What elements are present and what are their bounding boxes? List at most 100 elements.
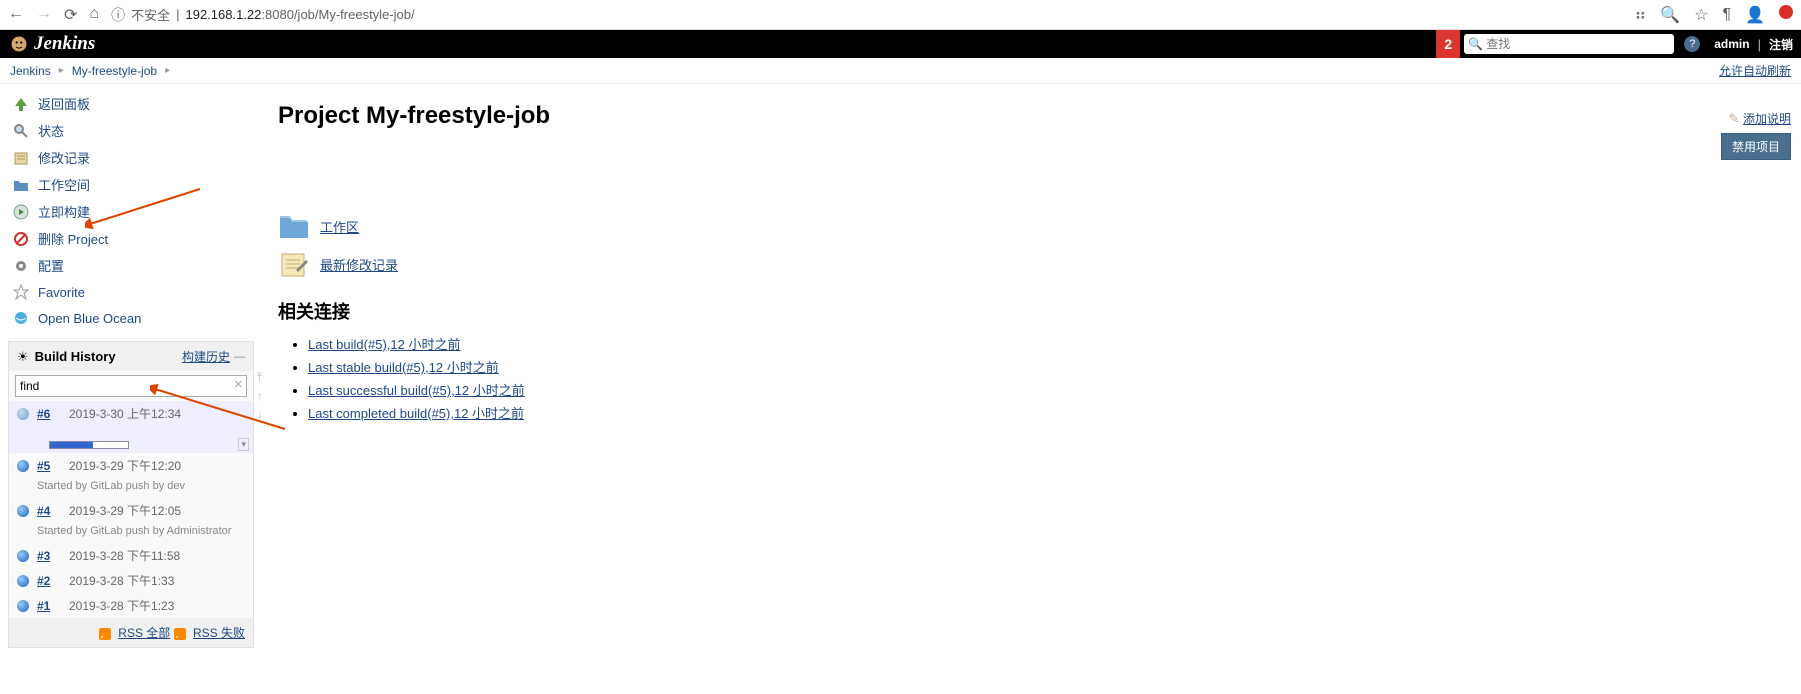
pilcrow-icon[interactable]: ¶ — [1722, 6, 1731, 24]
edit-icon: ✎ — [1728, 111, 1739, 126]
permalink-last-successful[interactable]: Last successful build(#5),12 小时之前 — [308, 383, 525, 398]
workspace-link-row: 工作区 — [278, 210, 1791, 242]
permalink-last-stable[interactable]: Last stable build(#5),12 小时之前 — [308, 360, 499, 375]
clock-play-icon — [12, 203, 30, 221]
go-top-icon[interactable]: ⤒ — [257, 370, 263, 385]
add-description-link[interactable]: 添加说明 — [1743, 112, 1791, 126]
build-filter-input[interactable] — [15, 375, 247, 397]
close-icon[interactable] — [1779, 5, 1793, 24]
build-date: 2019-3-30 上午12:34 — [69, 405, 181, 422]
sidebar-item-workspace[interactable]: 工作空间 — [8, 171, 260, 198]
build-date: 2019-3-29 下午12:20 — [69, 457, 181, 474]
up-arrow-icon — [12, 95, 30, 113]
build-status-orb-running-icon — [17, 408, 29, 420]
sidebar-item-build-now[interactable]: 立即构建 — [8, 198, 260, 225]
sun-icon: ☀ — [17, 349, 29, 365]
build-history-footer: RSS 全部 RSS 失败 — [9, 618, 253, 647]
notepad-icon — [12, 149, 30, 167]
build-history-widget: ☀ Build History 构建历史 — ✕ ⤒ ↑ ↓ #6 2019-3… — [8, 341, 254, 648]
build-number-link[interactable]: #4 — [37, 504, 61, 518]
sidebar-item-blue-ocean[interactable]: Open Blue Ocean — [8, 305, 260, 331]
jenkins-logo[interactable]: Jenkins — [10, 33, 95, 55]
go-down-icon[interactable]: ↓ — [257, 407, 263, 421]
translate-icon[interactable]: ⠶ — [1635, 5, 1647, 25]
build-status-orb-success-icon — [17, 575, 29, 587]
build-row[interactable]: #4 2019-3-29 下午12:05 — [9, 498, 253, 523]
breadcrumb-root[interactable]: Jenkins — [10, 64, 51, 78]
main-content: Project My-freestyle-job ✎ 添加说明 禁用项目 工作区… — [260, 84, 1801, 648]
build-date: 2019-3-28 下午1:33 — [69, 572, 174, 589]
star-icon[interactable]: ☆ — [1694, 5, 1708, 25]
help-icon[interactable]: ? — [1684, 36, 1700, 52]
permalinks-title: 相关连接 — [278, 298, 1791, 324]
build-row[interactable]: #3 2019-3-28 下午11:58 — [9, 543, 253, 568]
logout-link[interactable]: 注销 — [1761, 36, 1801, 53]
build-number-link[interactable]: #5 — [37, 459, 61, 473]
blue-ocean-icon — [12, 309, 30, 327]
browser-forward-icon[interactable]: → — [36, 5, 52, 25]
build-nav-arrows: ⤒ ↑ ↓ — [257, 370, 263, 421]
sidebar-item-favorite[interactable]: Favorite — [8, 279, 260, 305]
sidebar-item-back[interactable]: 返回面板 — [8, 90, 260, 117]
build-number-link[interactable]: #6 — [37, 407, 61, 421]
build-row[interactable]: #6 2019-3-30 上午12:34 ▾ — [9, 401, 253, 453]
profile-icon[interactable]: 👤 — [1745, 5, 1765, 25]
notepad-large-icon — [278, 248, 310, 280]
breadcrumb-job[interactable]: My-freestyle-job — [72, 64, 157, 78]
insecure-label: 不安全 — [131, 5, 170, 24]
workspace-link[interactable]: 工作区 — [320, 217, 359, 236]
sidebar-item-status[interactable]: 状态 — [8, 117, 260, 144]
build-date: 2019-3-28 下午11:58 — [69, 547, 180, 564]
build-status-orb-success-icon — [17, 550, 29, 562]
build-number-link[interactable]: #3 — [37, 549, 61, 563]
address-bar[interactable]: ⓘ 不安全 | 192.168.1.22:8080/job/My-freesty… — [111, 5, 1622, 25]
rss-icon — [174, 628, 186, 640]
search-box[interactable]: 🔍 — [1464, 34, 1674, 54]
site-info-icon[interactable]: ⓘ — [111, 5, 125, 25]
rss-fail-link[interactable]: RSS 失败 — [193, 626, 245, 640]
folder-large-icon — [278, 210, 310, 242]
rss-all-link[interactable]: RSS 全部 — [118, 626, 170, 640]
browser-back-icon[interactable]: ← — [8, 5, 24, 25]
sidebar-item-configure[interactable]: 配置 — [8, 252, 260, 279]
permalink-last-completed[interactable]: Last completed build(#5),12 小时之前 — [308, 406, 524, 421]
magnifier-icon — [12, 122, 30, 140]
build-number-link[interactable]: #1 — [37, 599, 61, 613]
build-progress-bar[interactable] — [49, 441, 129, 449]
notification-badge[interactable]: 2 — [1436, 30, 1460, 58]
build-status-orb-success-icon — [17, 460, 29, 472]
build-row[interactable]: #5 2019-3-29 下午12:20 — [9, 453, 253, 478]
build-date: 2019-3-29 下午12:05 — [69, 502, 181, 519]
sidebar-item-delete[interactable]: 删除 Project — [8, 225, 260, 252]
browser-home-icon[interactable]: ⌂ — [89, 5, 99, 25]
auto-refresh-link[interactable]: 允许自动刷新 — [1719, 64, 1791, 78]
permalinks-list: Last build(#5),12 小时之前 Last stable build… — [308, 332, 1791, 424]
build-cause: Started by GitLab push by dev — [9, 478, 253, 498]
disable-project-button[interactable]: 禁用项目 — [1721, 133, 1791, 160]
no-entry-icon — [12, 230, 30, 248]
search-input[interactable] — [1486, 37, 1670, 51]
chevron-down-icon[interactable]: ▾ — [238, 438, 249, 451]
zoom-icon[interactable]: 🔍 — [1660, 5, 1680, 25]
jenkins-header: Jenkins 2 🔍 ? admin | 注销 — [0, 30, 1801, 58]
build-row[interactable]: #2 2019-3-28 下午1:33 — [9, 568, 253, 593]
gear-icon — [12, 257, 30, 275]
build-row[interactable]: #1 2019-3-28 下午1:23 — [9, 593, 253, 618]
changes-link[interactable]: 最新修改记录 — [320, 255, 398, 274]
clear-filter-icon[interactable]: ✕ — [234, 378, 243, 391]
sidebar: 返回面板 状态 修改记录 工作空间 立即构建 删除 Project 配置 Fa — [0, 84, 260, 648]
build-cause: Started by GitLab push by Administrator — [9, 523, 253, 543]
build-status-orb-success-icon — [17, 505, 29, 517]
jenkins-head-icon — [10, 35, 28, 53]
collapse-icon[interactable]: — — [234, 351, 245, 363]
build-filter: ✕ — [15, 375, 247, 397]
user-link[interactable]: admin — [1706, 37, 1757, 51]
permalink-last-build[interactable]: Last build(#5),12 小时之前 — [308, 337, 460, 352]
folder-icon — [12, 176, 30, 194]
browser-reload-icon[interactable]: ⟳ — [64, 5, 77, 25]
build-history-trend-link[interactable]: 构建历史 — [182, 348, 230, 365]
chevron-right-icon: ▸ — [59, 65, 64, 76]
go-up-icon[interactable]: ↑ — [257, 389, 263, 403]
build-number-link[interactable]: #2 — [37, 574, 61, 588]
sidebar-item-changes[interactable]: 修改记录 — [8, 144, 260, 171]
